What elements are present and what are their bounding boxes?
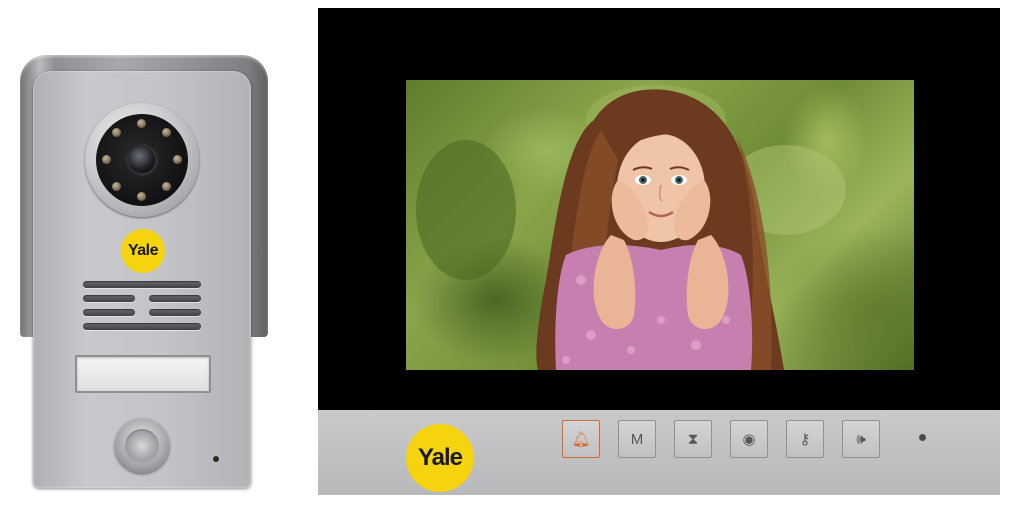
yale-logo-text: Yale (417, 444, 463, 471)
monitor-screen (406, 80, 914, 370)
ir-led (173, 155, 182, 164)
bell-button[interactable]: 🔔︎ (562, 420, 600, 458)
grille-slot (149, 309, 201, 316)
speaker-grille (83, 281, 201, 331)
ir-led (162, 182, 171, 191)
microphone-hole (213, 456, 219, 462)
intercom-button[interactable]: ⧗ (674, 420, 712, 458)
ir-led (112, 128, 121, 137)
m-letter-icon: M (630, 430, 644, 448)
ir-led (162, 128, 171, 137)
ir-led (102, 155, 111, 164)
hourglass-icon: ⧗ (687, 430, 699, 448)
call-button[interactable] (115, 419, 169, 473)
menu-button[interactable]: M (618, 420, 656, 458)
grille-slot (83, 281, 201, 288)
indoor-monitor: Yale 🔔︎ M ⧗ ◉ ⚷ 🕪︎ (318, 8, 1000, 495)
ir-led (112, 182, 121, 191)
speaker-icon: 🕪︎ (856, 430, 866, 448)
camera-feed-photo (416, 85, 846, 370)
ir-led (137, 192, 146, 201)
ir-led (137, 119, 146, 128)
monitor-view-button[interactable]: ◉ (730, 420, 768, 458)
door-panel: Yale (33, 71, 251, 488)
name-plate (75, 355, 211, 393)
key-icon: ⚷ (799, 430, 811, 448)
grille-slot (149, 295, 201, 302)
bell-icon: 🔔︎ (571, 430, 591, 448)
talk-button[interactable]: 🕪︎ (842, 420, 880, 458)
unlock-button[interactable]: ⚷ (786, 420, 824, 458)
grille-slot (83, 295, 135, 302)
yale-logo-text: Yale (127, 242, 159, 259)
camera-lens (129, 147, 155, 173)
camera-housing (85, 103, 199, 217)
door-station: Yale (20, 55, 270, 495)
camera-lens-area (96, 114, 188, 206)
eye-icon: ◉ (742, 430, 756, 448)
monitor-control-bar: Yale 🔔︎ M ⧗ ◉ ⚷ 🕪︎ (318, 410, 1000, 495)
status-led (919, 434, 926, 441)
grille-slot (83, 323, 201, 330)
yale-logo: Yale (121, 229, 165, 273)
call-button-cap (125, 429, 159, 463)
grille-slot (83, 309, 135, 316)
yale-logo: Yale (406, 424, 474, 492)
